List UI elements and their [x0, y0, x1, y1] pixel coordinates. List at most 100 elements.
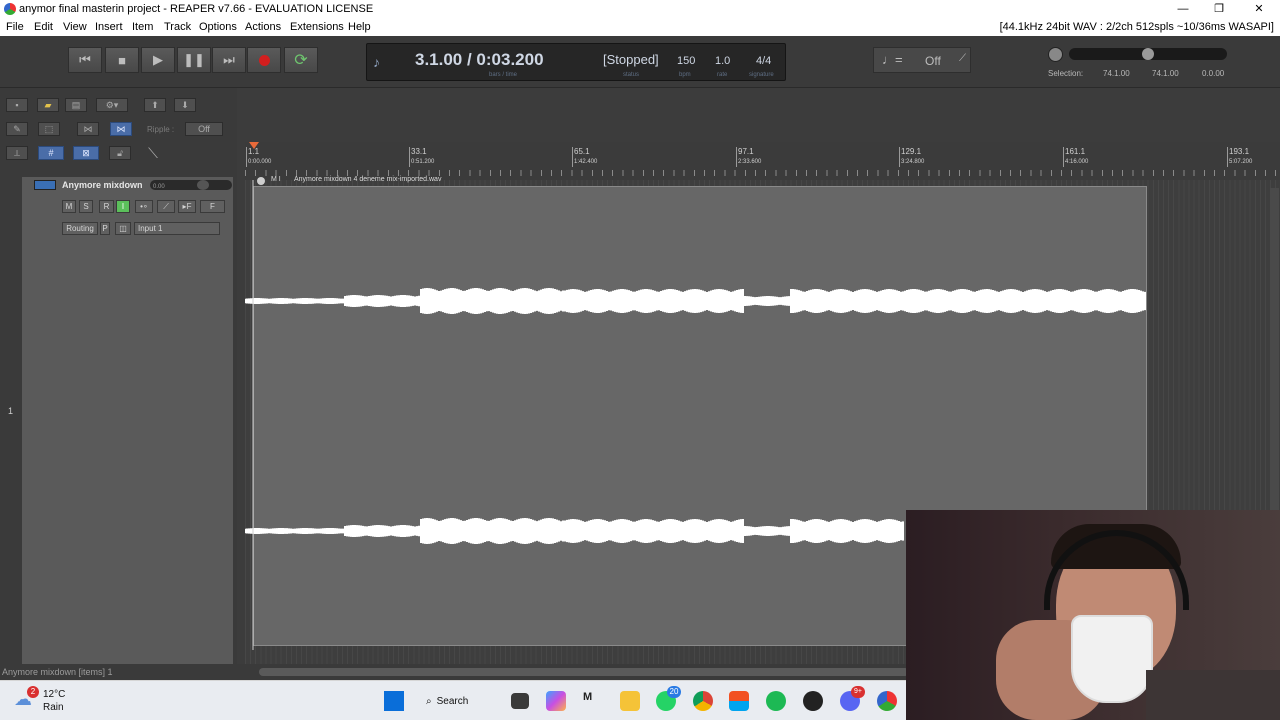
- record-button[interactable]: [247, 47, 281, 73]
- fx-label: F: [210, 202, 215, 211]
- selection-tool-button[interactable]: ⬚: [38, 122, 60, 136]
- restore-button[interactable]: ❐: [1200, 0, 1238, 19]
- track-header[interactable]: Anymore mixdown 0.00: [22, 177, 233, 664]
- menu-insert[interactable]: Insert: [95, 21, 123, 33]
- menu-extensions[interactable]: Extensions: [290, 21, 344, 33]
- close-button[interactable]: ✕: [1240, 0, 1278, 19]
- open-project-button[interactable]: ▰: [37, 98, 59, 112]
- master-volume-handle[interactable]: [1142, 48, 1154, 60]
- transport-display[interactable]: ♪ 3.1.00 / 0:03.200 bars / time [Stopped…: [366, 43, 786, 81]
- copilot-icon[interactable]: [546, 691, 566, 711]
- app-m-icon[interactable]: M: [583, 691, 603, 711]
- auto-crossfade-button[interactable]: ⋈: [110, 122, 132, 136]
- weather-temp[interactable]: 12°C: [43, 689, 65, 700]
- ruler-time: 2:33.600: [738, 159, 762, 165]
- timeline-ruler[interactable]: 1.1 0:00.000 33.1 0:51.200 65.1 1:42.400 97…: [245, 142, 1280, 180]
- start-button[interactable]: [384, 691, 404, 711]
- ruler-bar: 129.1: [901, 147, 922, 156]
- obs-icon[interactable]: [803, 691, 823, 711]
- env-button[interactable]: ⟋: [157, 200, 175, 213]
- transport-state: [Stopped]: [603, 52, 659, 67]
- monitor-mode-button[interactable]: ◫: [115, 222, 131, 235]
- master-volume-knob[interactable]: [1048, 47, 1063, 62]
- signature-value[interactable]: 4/4: [756, 55, 771, 67]
- go-to-end-button[interactable]: ⏭: [212, 47, 246, 73]
- transport-toolbar: ⏮ ■ ▶ ❚❚ ⏭ ⟳ ♪ 3.1.00 / 0:03.200 bars / …: [0, 36, 1280, 88]
- mute-button[interactable]: M: [62, 200, 76, 213]
- lock-icon: 🔓︎: [117, 147, 123, 158]
- waveform-channel: [245, 518, 904, 544]
- store-icon[interactable]: [729, 691, 749, 711]
- bpm-value[interactable]: 150: [677, 55, 695, 67]
- metronome-icon[interactable]: ♪: [373, 54, 380, 70]
- audio-device-info[interactable]: [44.1kHz 24bit WAV : 2/2ch 512spls ~10/3…: [1000, 21, 1274, 33]
- chrome-icon[interactable]: [693, 691, 713, 711]
- crossfade-button[interactable]: ⋈: [77, 122, 99, 136]
- input-select[interactable]: Input 1: [134, 222, 220, 235]
- ruler-mark: 33.1 0:51.200: [408, 147, 434, 167]
- grid-button[interactable]: #: [38, 146, 64, 160]
- phase-invert-icon: P: [102, 224, 108, 233]
- save-project-button[interactable]: ▤: [65, 98, 87, 112]
- ruler-mark: 193.1 5:07.200: [1226, 147, 1252, 167]
- fx-button[interactable]: F: [200, 200, 225, 213]
- menu-track[interactable]: Track: [164, 21, 191, 33]
- phase-invert-button[interactable]: P: [100, 222, 110, 235]
- volume-handle[interactable]: [197, 180, 209, 190]
- solo-button[interactable]: S: [79, 200, 93, 213]
- weather-desc[interactable]: Rain: [43, 702, 64, 713]
- ruler-bar: 97.1: [738, 147, 754, 156]
- menu-edit[interactable]: Edit: [34, 21, 53, 33]
- stop-button[interactable]: ■: [105, 47, 139, 73]
- tempo-envelope-box[interactable]: ♩= Off ⟋: [873, 47, 971, 73]
- snap-button[interactable]: ⊠: [73, 146, 99, 160]
- menu-options[interactable]: Options: [199, 21, 237, 33]
- whatsapp-badge: 20: [667, 686, 681, 698]
- new-project-button[interactable]: ▪: [6, 98, 28, 112]
- ruler-mark: 1.1 0:00.000: [245, 147, 271, 167]
- trim-icon: ⟂: [13, 147, 20, 158]
- reaper-taskbar-icon[interactable]: [877, 691, 897, 711]
- ruler-bar: 161.1: [1065, 147, 1086, 156]
- menu-actions[interactable]: Actions: [245, 21, 281, 33]
- ripple-mode-select[interactable]: Off: [185, 122, 223, 136]
- menu-item[interactable]: Item: [132, 21, 153, 33]
- fx-chain-button[interactable]: ▸F: [178, 200, 196, 213]
- file-explorer-icon[interactable]: [620, 691, 640, 711]
- toggle-metronome-button[interactable]: ✎: [6, 122, 28, 136]
- redo-button[interactable]: ⬇: [174, 98, 196, 112]
- rate-value[interactable]: 1.0: [715, 55, 730, 67]
- monitor-mode-icon: ◫: [119, 224, 127, 233]
- play-button[interactable]: ▶: [141, 47, 175, 73]
- lock-button[interactable]: 🔓︎: [109, 146, 131, 160]
- selection-start[interactable]: 74.1.00: [1103, 69, 1130, 78]
- track-color-swatch[interactable]: [34, 180, 56, 190]
- pause-button[interactable]: ❚❚: [177, 47, 211, 73]
- settings-button[interactable]: ⚙▾: [96, 98, 128, 112]
- auto-crossfade-icon: ⋈: [116, 123, 126, 134]
- taskbar-search[interactable]: ⌕ Search: [426, 690, 492, 712]
- selection-end[interactable]: 74.1.00: [1152, 69, 1179, 78]
- menu-view[interactable]: View: [63, 21, 87, 33]
- routing-button[interactable]: Routing: [62, 222, 98, 235]
- track-name[interactable]: Anymore mixdown: [62, 180, 143, 190]
- phase-button[interactable]: •∘: [135, 200, 153, 213]
- trim-tool-button[interactable]: ⟂: [6, 146, 28, 160]
- spotify-icon[interactable]: [766, 691, 786, 711]
- weather-badge: 2: [27, 686, 39, 698]
- transport-position[interactable]: 3.1.00 / 0:03.200: [415, 50, 544, 70]
- horizontal-scrollbar[interactable]: [259, 668, 909, 676]
- minimize-button[interactable]: —: [1164, 0, 1202, 19]
- repeat-button[interactable]: ⟳: [284, 47, 318, 73]
- tempo-box-value[interactable]: Off: [925, 54, 941, 68]
- title-bar: anymor final masterin project - REAPER v…: [0, 0, 1280, 19]
- menu-help[interactable]: Help: [348, 21, 371, 33]
- monitor-button[interactable]: I: [116, 200, 130, 213]
- selection-length[interactable]: 0.0.00: [1202, 69, 1224, 78]
- record-arm-button[interactable]: R: [99, 200, 114, 213]
- menu-file[interactable]: File: [6, 21, 24, 33]
- task-view-icon[interactable]: [511, 693, 529, 709]
- envelope-button[interactable]: ⟍: [142, 145, 164, 161]
- undo-button[interactable]: ⬆: [144, 98, 166, 112]
- go-to-start-button[interactable]: ⏮: [68, 47, 102, 73]
